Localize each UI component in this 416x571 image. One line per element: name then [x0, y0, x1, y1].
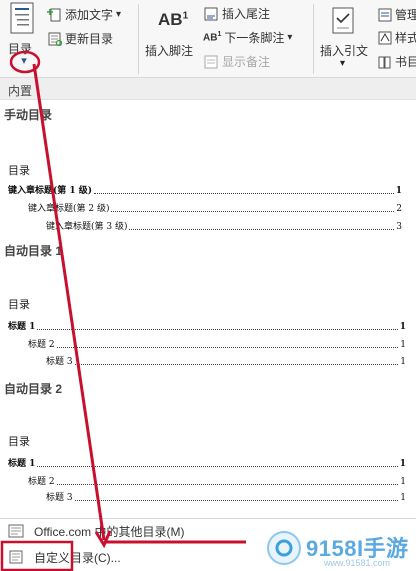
insert-citation-label: 插入引文 [320, 44, 369, 58]
toc-option-auto-1[interactable]: 自动目录 1 目录 标题 1 1 标题 2 1 标题 3 1 [0, 238, 416, 378]
add-text-label: 添加文字 [65, 8, 114, 22]
show-notes-icon [204, 55, 218, 68]
bibliography-button[interactable]: 书目 [378, 53, 416, 70]
ribbon-group-separator [138, 4, 139, 74]
manage-sources-button[interactable]: 管理 [378, 6, 416, 23]
toc-line-leader [56, 484, 399, 485]
watermark-logo [267, 531, 301, 565]
site-watermark: 9158I手游 www.91581.com [262, 528, 416, 571]
endnote-icon [204, 7, 218, 20]
toc-line-leader [74, 364, 399, 365]
insert-citation-arrow-icon: ▾ [340, 58, 346, 69]
toc-line-label: 标题 3 [46, 493, 73, 503]
next-footnote-label: 下一条脚注 [224, 31, 285, 45]
toc-line-label: 标题 2 [28, 477, 55, 487]
references-ribbon: 目录 ▾ 添加文字 ▾ 更新目录 AB1 插入脚注 插入尾注 AB1 下一条脚注… [0, 0, 416, 78]
insert-endnote-button[interactable]: 插入尾注 [203, 5, 270, 22]
toc-preview-line: 键入章标题(第 3 级) 3 [46, 219, 402, 232]
next-footnote-icon: AB1 [203, 31, 222, 44]
toc-option-auto-2[interactable]: 自动目录 2 目录 标题 1 1 标题 2 1 标题 3 1 [0, 376, 416, 514]
update-toc-icon [48, 32, 62, 46]
toc-line-page: 1 [400, 357, 406, 367]
toc-line-leader [37, 466, 398, 467]
insert-footnote-button[interactable]: AB1 插入脚注 [142, 4, 200, 64]
toc-line-leader [111, 211, 395, 212]
insert-endnote-label: 插入尾注 [222, 7, 271, 21]
next-footnote-button[interactable]: AB1 下一条脚注 ▾ [203, 29, 292, 46]
builtin-section-header: 内置 [0, 78, 416, 100]
toc-preview-line: 标题 1 1 [8, 319, 406, 332]
manage-sources-icon [378, 8, 392, 21]
toc-preview-line: 标题 2 1 [28, 337, 406, 350]
toc-option-title: 自动目录 2 [4, 382, 63, 396]
toc-preview-line: 标题 1 1 [8, 456, 406, 469]
toc-line-page: 1 [400, 493, 406, 503]
toc-line-leader [129, 229, 395, 230]
toc-line-label: 标题 2 [28, 340, 55, 350]
toc-line-leader [37, 329, 398, 330]
chevron-down-icon: ▾ [21, 55, 27, 67]
footnote-sup: 1 [182, 10, 189, 22]
toc-line-page: 1 [399, 459, 406, 469]
toc-line-page: 1 [400, 340, 406, 350]
toc-line-leader [94, 193, 394, 194]
toc-line-leader [56, 347, 399, 348]
citation-icon [332, 7, 354, 34]
show-notes-button[interactable]: 显示备注 [203, 53, 270, 70]
footnote-icon: AB1 [158, 10, 188, 30]
toc-preview-heading: 目录 [8, 435, 30, 448]
toc-line-page: 1 [400, 477, 406, 487]
insert-citation-button[interactable]: 插入引文 ▾ [316, 4, 372, 70]
bibliography-label: 书目 [395, 55, 416, 69]
update-toc-button[interactable]: 更新目录 [46, 30, 113, 47]
toc-dropdown-button[interactable]: ▾ [14, 54, 34, 70]
bibliography-icon [378, 56, 391, 68]
toc-preview-line: 标题 2 1 [28, 474, 406, 487]
toc-preview-line: 标题 3 1 [46, 354, 406, 367]
toc-option-title: 自动目录 1 [4, 244, 63, 258]
footnote-glyph: AB [158, 10, 183, 29]
toc-gallery: 内置 手动目录 目录 键入章标题(第 1 级) 1 键入章标题(第 2 级) 2 键… [0, 78, 416, 571]
toc-line-page: 3 [396, 222, 402, 232]
toc-line-label: 键入章标题(第 1 级) [8, 186, 93, 196]
toc-icon [10, 2, 34, 34]
more-toc-from-office-label: Office.com 中的其他目录(M) [34, 524, 185, 539]
toc-preview-line: 键入章标题(第 1 级) 1 [8, 183, 402, 196]
style-label: 样式 [395, 31, 416, 45]
add-text-arrow-icon: ▾ [116, 9, 122, 20]
toc-line-label: 标题 3 [46, 357, 73, 367]
toc-line-label: 键入章标题(第 2 级) [28, 204, 110, 214]
toc-line-page: 2 [396, 204, 402, 214]
toc-line-leader [74, 500, 399, 501]
toc-line-label: 键入章标题(第 3 级) [46, 222, 128, 232]
ribbon-group-separator [313, 4, 314, 74]
next-footnote-arrow-icon: ▾ [287, 32, 293, 43]
add-text-icon [47, 8, 61, 21]
style-icon [378, 31, 392, 44]
toc-preview-line: 键入章标题(第 2 级) 2 [28, 201, 402, 214]
show-notes-label: 显示备注 [222, 55, 271, 69]
toc-option-title: 手动目录 [4, 108, 53, 122]
toc-option-manual[interactable]: 手动目录 目录 键入章标题(第 1 级) 1 键入章标题(第 2 级) 2 键入章标… [0, 102, 416, 242]
toc-preview-line: 标题 3 1 [46, 490, 406, 503]
insert-footnote-label: 插入脚注 [145, 44, 194, 58]
toc-line-page: 1 [399, 322, 406, 332]
manage-sources-label: 管理 [395, 8, 416, 22]
toc-line-page: 1 [395, 186, 402, 196]
custom-toc-icon [9, 550, 23, 564]
toc-preview-heading: 目录 [8, 298, 30, 311]
add-text-button[interactable]: 添加文字 ▾ [46, 6, 121, 23]
toc-preview-heading: 目录 [8, 164, 30, 177]
toc-line-label: 标题 1 [8, 459, 36, 469]
menu-divider [0, 518, 416, 519]
watermark-url: www.91581.com [324, 558, 391, 568]
style-button[interactable]: 样式 [378, 29, 416, 46]
toc-line-label: 标题 1 [8, 322, 36, 332]
custom-toc-label: 自定义目录(C)... [34, 550, 121, 565]
update-toc-label: 更新目录 [65, 32, 114, 46]
toc-button[interactable]: 目录 [2, 2, 42, 56]
office-globe-icon [8, 524, 24, 538]
